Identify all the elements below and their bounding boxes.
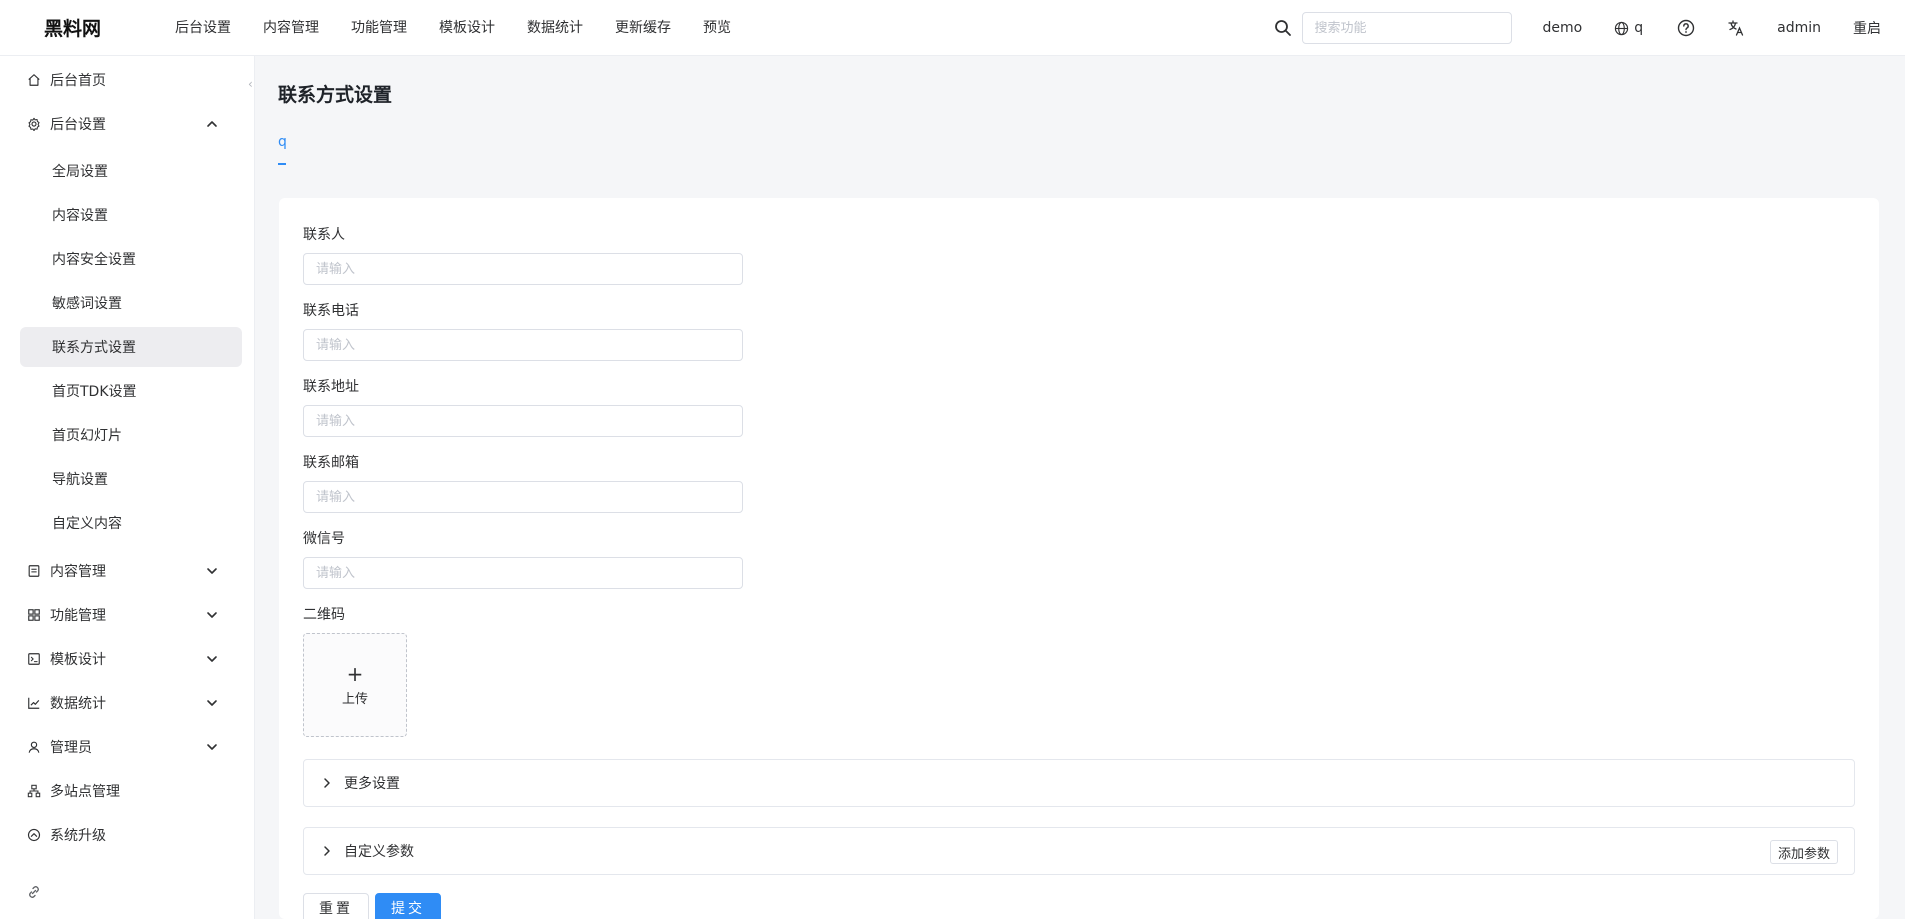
sitemap-icon	[26, 783, 42, 799]
gear-icon	[26, 116, 42, 132]
sidebar-item-upgrade[interactable]: 系统升级	[20, 815, 242, 855]
contact-phone-label: 联系电话	[303, 303, 359, 319]
translate-icon[interactable]	[1727, 19, 1745, 37]
sidebar-item-label: 功能管理	[50, 608, 106, 624]
search-input[interactable]	[1301, 12, 1512, 44]
contact-person-input[interactable]	[303, 253, 743, 285]
page-title: 联系方式设置	[278, 84, 393, 106]
contact-address-input[interactable]	[303, 405, 743, 437]
line-chart-icon	[26, 695, 42, 711]
sidebar-subitem-content-security[interactable]: 内容安全设置	[20, 239, 242, 279]
sidebar-subitem-home-tdk[interactable]: 首页TDK设置	[20, 371, 242, 411]
sidebar-item-label: 系统升级	[50, 828, 106, 844]
sidebar-item-home[interactable]: 后台首页	[20, 60, 242, 100]
sidebar-item-content[interactable]: 内容管理	[20, 551, 242, 591]
sidebar-item-label: 管理员	[50, 740, 92, 756]
sidebar-subitem-navigation[interactable]: 导航设置	[20, 459, 242, 499]
terminal-icon	[26, 651, 42, 667]
topnav-item-settings[interactable]: 后台设置	[159, 0, 247, 56]
wechat-input[interactable]	[303, 557, 743, 589]
tab-q[interactable]: q	[278, 134, 287, 150]
contact-phone-input[interactable]	[303, 329, 743, 361]
topnav-item-templates[interactable]: 模板设计	[423, 0, 511, 56]
sidebar-item-settings[interactable]: 后台设置	[20, 104, 242, 144]
sidebar-subitem-sensitive-words[interactable]: 敏感词设置	[20, 283, 242, 323]
top-nav: 后台设置 内容管理 功能管理 模板设计 数据统计 更新缓存 预览	[159, 0, 747, 56]
user-menu[interactable]: admin	[1777, 20, 1821, 36]
top-header: 黑料网 后台设置 内容管理 功能管理 模板设计 数据统计 更新缓存 预览 dem…	[0, 0, 1905, 56]
chevron-down-icon	[204, 695, 220, 711]
site-switch[interactable]: demo	[1543, 20, 1583, 36]
upgrade-icon	[26, 827, 42, 843]
reset-button[interactable]: 重置	[303, 893, 369, 919]
user-icon	[26, 739, 42, 755]
sidebar-item-features[interactable]: 功能管理	[20, 595, 242, 635]
sidebar-subitem-custom-content[interactable]: 自定义内容	[20, 503, 242, 543]
more-settings-title: 更多设置	[344, 776, 400, 792]
search-icon[interactable]	[1274, 19, 1292, 37]
chevron-down-icon	[204, 607, 220, 623]
sidebar-subitem-global-settings[interactable]: 全局设置	[20, 151, 242, 191]
chevron-right-icon	[320, 776, 334, 790]
topnav-item-stats[interactable]: 数据统计	[511, 0, 599, 56]
language-label: q	[1634, 20, 1644, 36]
document-icon	[26, 563, 42, 579]
qrcode-label: 二维码	[303, 607, 345, 623]
add-param-button[interactable]: 添加参数	[1769, 840, 1838, 864]
language-switch[interactable]: q	[1614, 20, 1643, 36]
upload-label: 上传	[341, 691, 368, 707]
sidebar-item-label: 后台首页	[50, 73, 106, 89]
topnav-item-features[interactable]: 功能管理	[335, 0, 423, 56]
chevron-right-icon	[320, 844, 334, 858]
sidebar-subitem-content-settings[interactable]: 内容设置	[20, 195, 242, 235]
sidebar-item-label: 模板设计	[50, 652, 106, 668]
sidebar: 后台首页 后台设置 全局设置 内容设置 内容安全设置 敏感词设置 联系方式设置 …	[0, 56, 255, 919]
form-card: 联系人 联系电话 联系地址 联系邮箱 微信号 二维码 + 上传 更多设置 自定义…	[279, 198, 1879, 919]
topnav-item-update-cache[interactable]: 更新缓存	[599, 0, 687, 56]
contact-person-label: 联系人	[303, 227, 345, 243]
chevron-up-icon	[204, 116, 220, 132]
sidebar-subitem-home-slides[interactable]: 首页幻灯片	[20, 415, 242, 455]
submit-button[interactable]: 提交	[375, 893, 441, 919]
sidebar-item-templates[interactable]: 模板设计	[20, 639, 242, 679]
chevron-down-icon	[204, 739, 220, 755]
topnav-item-preview[interactable]: 预览	[687, 0, 747, 56]
topnav-item-content[interactable]: 内容管理	[247, 0, 335, 56]
header-actions: demo q admin 重启	[1274, 0, 1905, 56]
sidebar-subitem-contact-settings[interactable]: 联系方式设置	[20, 327, 242, 367]
sidebar-item-multisite[interactable]: 多站点管理	[20, 771, 242, 811]
grid-icon	[26, 607, 42, 623]
sidebar-item-label: 内容管理	[50, 564, 106, 580]
contact-email-input[interactable]	[303, 481, 743, 513]
contact-address-label: 联系地址	[303, 379, 359, 395]
plus-icon: +	[346, 661, 364, 686]
globe-icon	[1614, 21, 1629, 36]
sidebar-item-admins[interactable]: 管理员	[20, 727, 242, 767]
sidebar-item-label: 后台设置	[50, 117, 106, 133]
home-icon	[26, 72, 42, 88]
qrcode-upload[interactable]: + 上传	[303, 633, 407, 737]
sidebar-item-label: 数据统计	[50, 696, 106, 712]
sidebar-item-stats[interactable]: 数据统计	[20, 683, 242, 723]
sidebar-item-label: 多站点管理	[50, 784, 120, 800]
sidebar-collapse-icon[interactable]: ‹	[248, 77, 260, 91]
link-icon[interactable]	[26, 884, 42, 900]
custom-params-collapse[interactable]: 自定义参数 添加参数	[303, 827, 1855, 875]
chevron-down-icon	[204, 563, 220, 579]
tab-active-indicator	[278, 163, 286, 165]
wechat-label: 微信号	[303, 531, 345, 547]
more-settings-collapse[interactable]: 更多设置	[303, 759, 1855, 807]
help-icon[interactable]	[1677, 19, 1695, 37]
custom-params-title: 自定义参数	[344, 844, 414, 860]
restart-button[interactable]: 重启	[1853, 18, 1881, 38]
chevron-down-icon	[204, 651, 220, 667]
contact-email-label: 联系邮箱	[303, 455, 359, 471]
